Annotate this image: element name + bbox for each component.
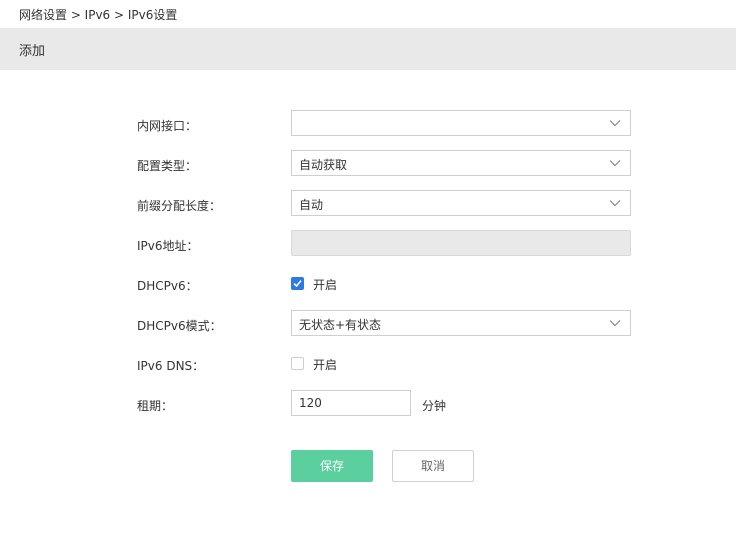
- breadcrumb: 网络设置 > IPv6 > IPv6设置: [19, 8, 178, 22]
- dhcpv6-enable-label[interactable]: 开启: [313, 276, 337, 293]
- cancel-button[interactable]: 取消: [392, 450, 474, 482]
- ipv6-dns-label: IPv6 DNS：: [137, 359, 205, 373]
- lan-interface-label: 内网接口：: [137, 119, 198, 133]
- dhcpv6-checkbox[interactable]: [291, 277, 304, 290]
- chevron-down-icon: [609, 120, 621, 127]
- ipv6-address-input: [291, 230, 631, 256]
- save-button[interactable]: 保存: [291, 450, 373, 482]
- lease-unit: 分钟: [422, 399, 447, 413]
- chevron-down-icon: [609, 160, 621, 167]
- dhcpv6-mode-label: DHCPv6模式：: [137, 319, 222, 333]
- config-type-select[interactable]: 自动获取: [291, 150, 631, 176]
- dhcpv6-mode-select[interactable]: 无状态+有状态: [291, 310, 631, 336]
- page-title: 添加: [19, 44, 46, 59]
- ipv6-dns-enable-label[interactable]: 开启: [313, 356, 337, 373]
- ipv6-address-label: IPv6地址：: [137, 239, 199, 253]
- dhcpv6-mode-value: 无状态+有状态: [299, 318, 382, 332]
- chevron-down-icon: [609, 200, 621, 207]
- config-type-value: 自动获取: [299, 158, 348, 172]
- ipv6-dns-checkbox[interactable]: [291, 357, 304, 370]
- checkmark-icon: [293, 280, 302, 288]
- dhcpv6-label: DHCPv6：: [137, 279, 198, 293]
- lease-input[interactable]: 120: [291, 390, 411, 416]
- lease-label: 租期：: [137, 399, 174, 413]
- config-type-label: 配置类型：: [137, 159, 198, 173]
- chevron-down-icon: [609, 320, 621, 327]
- lan-interface-select[interactable]: [291, 110, 631, 136]
- page-header: 添加: [0, 28, 736, 70]
- prefix-length-label: 前缀分配长度：: [137, 199, 222, 213]
- prefix-length-select[interactable]: 自动: [291, 190, 631, 216]
- prefix-length-value: 自动: [299, 198, 324, 212]
- lease-value: 120: [299, 396, 322, 410]
